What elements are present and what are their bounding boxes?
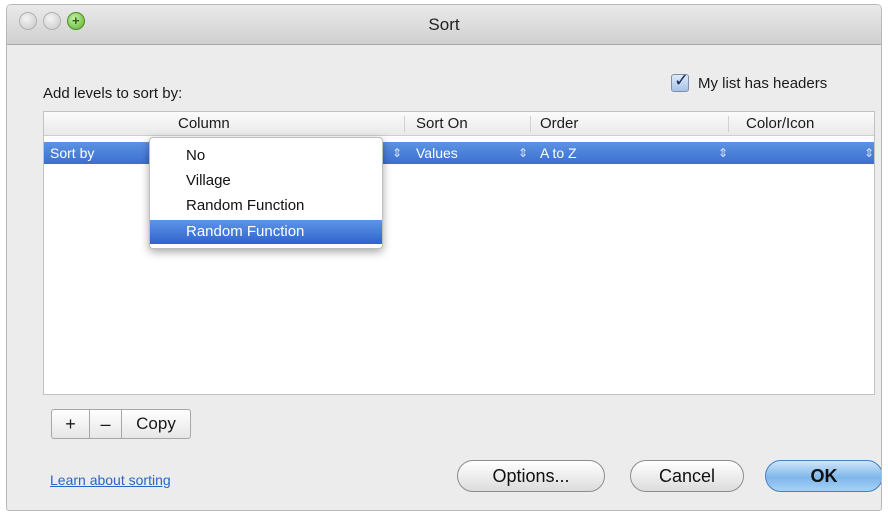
column-header-order[interactable]: Order <box>540 112 578 136</box>
column-divider <box>404 116 405 132</box>
menu-item-random-function-selected[interactable]: Random Function <box>150 220 382 244</box>
column-header-color-icon[interactable]: Color/Icon <box>746 112 814 136</box>
column-divider <box>728 116 729 132</box>
column-header-column[interactable]: Column <box>178 112 230 136</box>
column-header-sort-on[interactable]: Sort On <box>416 112 468 136</box>
order-popup[interactable]: A to Z <box>540 142 577 164</box>
headers-checkbox-label: My list has headers <box>698 74 828 92</box>
headers-checkbox-control[interactable]: ✓ My list has headers <box>671 70 828 92</box>
headers-checkbox[interactable]: ✓ <box>671 70 689 92</box>
level-button-group: + – Copy <box>51 409 191 439</box>
menu-item-no[interactable]: No <box>150 144 382 168</box>
sort-on-arrows-icon[interactable]: ⇕ <box>518 142 528 164</box>
title-bar: + Sort <box>7 5 881 45</box>
add-levels-label: Add levels to sort by: <box>43 85 183 102</box>
add-level-button[interactable]: + <box>52 410 90 438</box>
options-button[interactable]: Options... <box>457 460 605 492</box>
window-title: Sort <box>428 15 460 34</box>
remove-level-button[interactable]: – <box>90 410 122 438</box>
menu-item-village[interactable]: Village <box>150 169 382 193</box>
order-arrows-icon[interactable]: ⇕ <box>718 142 728 164</box>
ok-button[interactable]: OK <box>765 460 881 492</box>
column-dropdown-menu: No Village Random Function Random Functi… <box>149 137 383 249</box>
sort-dialog: + Sort Add levels to sort by: ✓ My list … <box>6 4 882 511</box>
menu-item-random-function[interactable]: Random Function <box>150 194 382 218</box>
row-label: Sort by <box>50 145 95 161</box>
color-icon-arrows-icon[interactable]: ⇕ <box>864 142 874 164</box>
column-divider <box>530 116 531 132</box>
cancel-button[interactable]: Cancel <box>630 460 744 492</box>
column-popup-arrows-icon[interactable]: ⇕ <box>392 142 402 164</box>
checkmark-icon: ✓ <box>674 70 690 90</box>
learn-about-sorting-link[interactable]: Learn about sorting <box>50 472 171 488</box>
sort-on-popup[interactable]: Values <box>416 142 458 164</box>
copy-level-button[interactable]: Copy <box>122 410 190 438</box>
table-header: Column Sort On Order Color/Icon <box>44 112 874 136</box>
